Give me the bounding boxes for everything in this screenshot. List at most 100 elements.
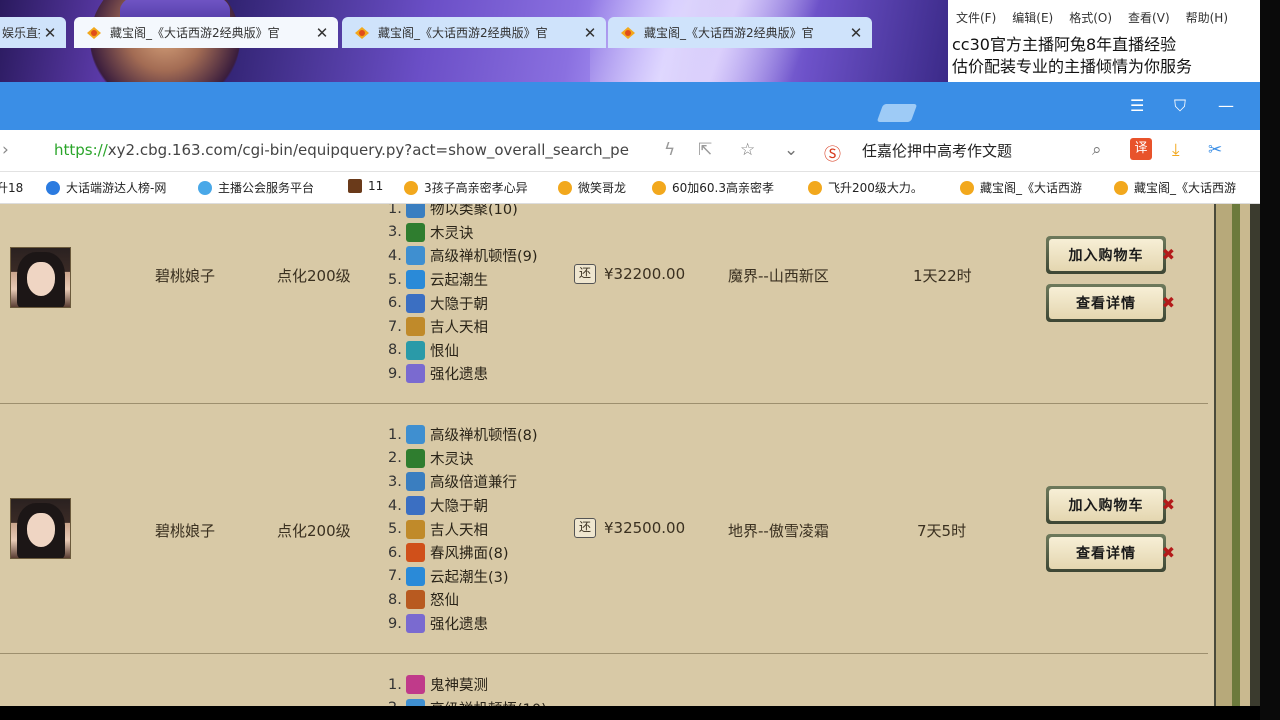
server-name: 魔界--山西新区 — [728, 267, 829, 285]
new-tab-button[interactable] — [876, 104, 918, 122]
table-row: 1.鬼神莫测 2.高级禅机顿悟(10) — [0, 654, 1208, 706]
cbg-favicon-icon — [1114, 180, 1128, 195]
add-to-cart-button[interactable]: 加入购物车 ✖ — [1046, 236, 1175, 274]
bookmark-2[interactable]: 主播公会服务平台 — [198, 179, 314, 196]
list-item: 4. 大隐于朝 — [388, 496, 488, 516]
price-value: ¥32500.00 — [604, 519, 686, 537]
list-item: 7. 云起潮生(3) — [388, 566, 509, 586]
skill-icon — [406, 566, 425, 586]
chevron-down-icon[interactable]: ⌄ — [784, 140, 798, 160]
list-item: 3. 高级倍道兼行 — [388, 472, 517, 492]
back-icon[interactable]: › — [2, 140, 9, 160]
tab-title: 藏宝阁_《大话西游2经典版》官 — [110, 26, 280, 40]
share-icon[interactable]: ⇱ — [698, 140, 712, 160]
bookmark-8[interactable]: 藏宝阁_《大话西游 — [960, 179, 1082, 196]
bookmark-label: 60加60.3高亲密孝 — [672, 181, 774, 195]
price: 还 ¥32500.00 — [574, 518, 685, 538]
bookmark-label: 主播公会服务平台 — [218, 181, 315, 195]
bookmark-label: 3孩子高亲密孝心异 — [424, 181, 528, 195]
skill-icon — [406, 472, 425, 492]
menu-edit[interactable]: 编辑(E) — [1012, 9, 1053, 26]
search-engine-icon[interactable]: Ⓢ — [824, 140, 841, 165]
list-item: 9. 强化遗患 — [388, 614, 488, 634]
page-frame — [1210, 204, 1260, 706]
ornament-icon: ✖ — [1161, 543, 1175, 562]
skill-list: 1. 物以类聚(10) 3. 木灵诀 4. 高级禅机顿悟(9) 5. 云起潮生 6. 大隐… — [388, 204, 538, 386]
bookmark-4[interactable]: 3孩子高亲密孝心异 — [404, 179, 528, 196]
skill-icon — [406, 340, 425, 360]
star-icon[interactable]: ☆ — [740, 140, 755, 160]
bookmark-label: 微笑哥龙 — [578, 181, 627, 195]
price-value: ¥32200.00 — [604, 265, 686, 283]
bookmark-label: 升18 — [0, 181, 24, 195]
menu-help[interactable]: 帮助(H) — [1186, 9, 1228, 26]
url-field[interactable]: https://xy2.cbg.163.com/cgi-bin/equipque… — [54, 141, 629, 159]
skill-icon — [406, 317, 425, 337]
search-icon[interactable]: ⌕ — [1092, 140, 1102, 160]
bookmark-1[interactable]: 大话端游达人榜-网 — [46, 179, 166, 196]
menu-file[interactable]: 文件(F) — [956, 9, 996, 26]
notepad-line-1: cc30官方主播阿兔8年直播经验 — [952, 35, 1177, 54]
bookmark-3[interactable]: 11 — [348, 179, 383, 193]
list-item: 4. 高级禅机顿悟(9) — [388, 246, 538, 266]
tools-icon[interactable]: ✂ — [1208, 140, 1222, 160]
skill-icon — [406, 543, 425, 563]
tab-1[interactable]: 藏宝阁_《大话西游2经典版》官 ✕ — [74, 17, 338, 48]
menu-view[interactable]: 查看(V) — [1128, 9, 1170, 26]
search-suggestion[interactable]: 任嘉伦押中高考作文题 — [862, 140, 1012, 161]
return-badge: 还 — [574, 518, 596, 538]
skill-list: 1. 高级禅机顿悟(8) 2. 木灵诀 3. 高级倍道兼行 4. 大隐于朝 5. 吉人天相… — [388, 423, 538, 635]
bookmark-label: 大话端游达人榜-网 — [66, 181, 167, 195]
list-item: 1. 高级禅机顿悟(8) — [388, 425, 538, 445]
url-path: xy2.cbg.163.com/cgi-bin/equipquery.py?ac… — [107, 141, 629, 159]
address-bar: › https://xy2.cbg.163.com/cgi-bin/equipq… — [0, 130, 1260, 172]
menu-icon[interactable]: ☰ — [1130, 96, 1144, 115]
tab-title: 藏宝阁_《大话西游2经典版》官 — [378, 26, 548, 40]
url-scheme: https:// — [54, 141, 108, 159]
bookmark-9[interactable]: 藏宝阁_《大话西游 — [1114, 179, 1236, 196]
shirt-icon[interactable]: ⛉ — [1174, 96, 1186, 116]
cbg-favicon-icon — [87, 26, 101, 39]
list-item: 8. 恨仙 — [388, 340, 459, 360]
table-row: 碧桃娘子 点化200级 1. 高级禅机顿悟(8) 2. 木灵诀 3. 高级倍道兼行 4… — [0, 404, 1208, 654]
view-details-button[interactable]: 查看详情 ✖ — [1046, 284, 1175, 322]
ornament-icon: ✖ — [1161, 245, 1175, 264]
cbg-favicon-icon — [404, 180, 418, 195]
globe-icon — [198, 180, 212, 195]
list-item: 5. 吉人天相 — [388, 519, 488, 539]
notepad-line-2: 估价配装专业的主播倾情为你服务 — [952, 57, 1193, 76]
tab-2[interactable]: 藏宝阁_《大话西游2经典版》官 ✕ — [342, 17, 606, 48]
bookmark-6[interactable]: 60加60.3高亲密孝 — [652, 179, 774, 196]
list-item: 6. 春风拂面(8) — [388, 543, 509, 563]
tab-title: 藏宝阁_《大话西游2经典版》官 — [644, 26, 814, 40]
role-name: 碧桃娘子 — [155, 267, 216, 285]
bookmark-7[interactable]: 飞升200级大力。 — [808, 179, 923, 196]
translate-icon[interactable]: 译 — [1130, 138, 1152, 160]
menu-format[interactable]: 格式(O) — [1069, 9, 1112, 26]
close-icon[interactable]: ✕ — [846, 24, 866, 42]
lightning-icon[interactable]: ϟ — [664, 140, 675, 160]
add-to-cart-button[interactable]: 加入购物车 ✖ — [1046, 486, 1175, 524]
avatar[interactable] — [10, 247, 71, 308]
bookmarks-bar: 升18 大话端游达人榜-网 主播公会服务平台 11 3孩子高亲密孝心异 微笑哥龙… — [0, 172, 1260, 204]
tab-title: 娱乐直播 — [2, 26, 40, 40]
download-icon[interactable]: ⤓ — [1172, 140, 1180, 160]
skill-icon — [406, 270, 425, 290]
bookmark-0[interactable]: 升18 — [0, 179, 23, 196]
tab-3[interactable]: 藏宝阁_《大话西游2经典版》官 ✕ — [608, 17, 872, 48]
close-icon[interactable]: ✕ — [312, 24, 332, 42]
skill-icon — [406, 519, 425, 539]
close-icon[interactable]: ✕ — [580, 24, 600, 42]
minimize-icon[interactable]: — — [1218, 96, 1234, 115]
ornament-icon: ✖ — [1161, 495, 1175, 514]
role-level: 点化200级 — [277, 267, 351, 285]
skill-list: 1.鬼神莫测 2.高级禅机顿悟(10) — [388, 673, 547, 706]
role-name: 碧桃娘子 — [155, 522, 216, 540]
skill-icon — [406, 364, 425, 384]
avatar[interactable] — [10, 498, 71, 559]
bookmark-5[interactable]: 微笑哥龙 — [558, 179, 626, 196]
close-icon[interactable]: ✕ — [40, 24, 60, 42]
view-details-button[interactable]: 查看详情 ✖ — [1046, 534, 1175, 572]
tab-0[interactable]: 娱乐直播 ✕ — [0, 17, 66, 48]
list-item: 2.高级禅机顿悟(10) — [388, 697, 547, 706]
